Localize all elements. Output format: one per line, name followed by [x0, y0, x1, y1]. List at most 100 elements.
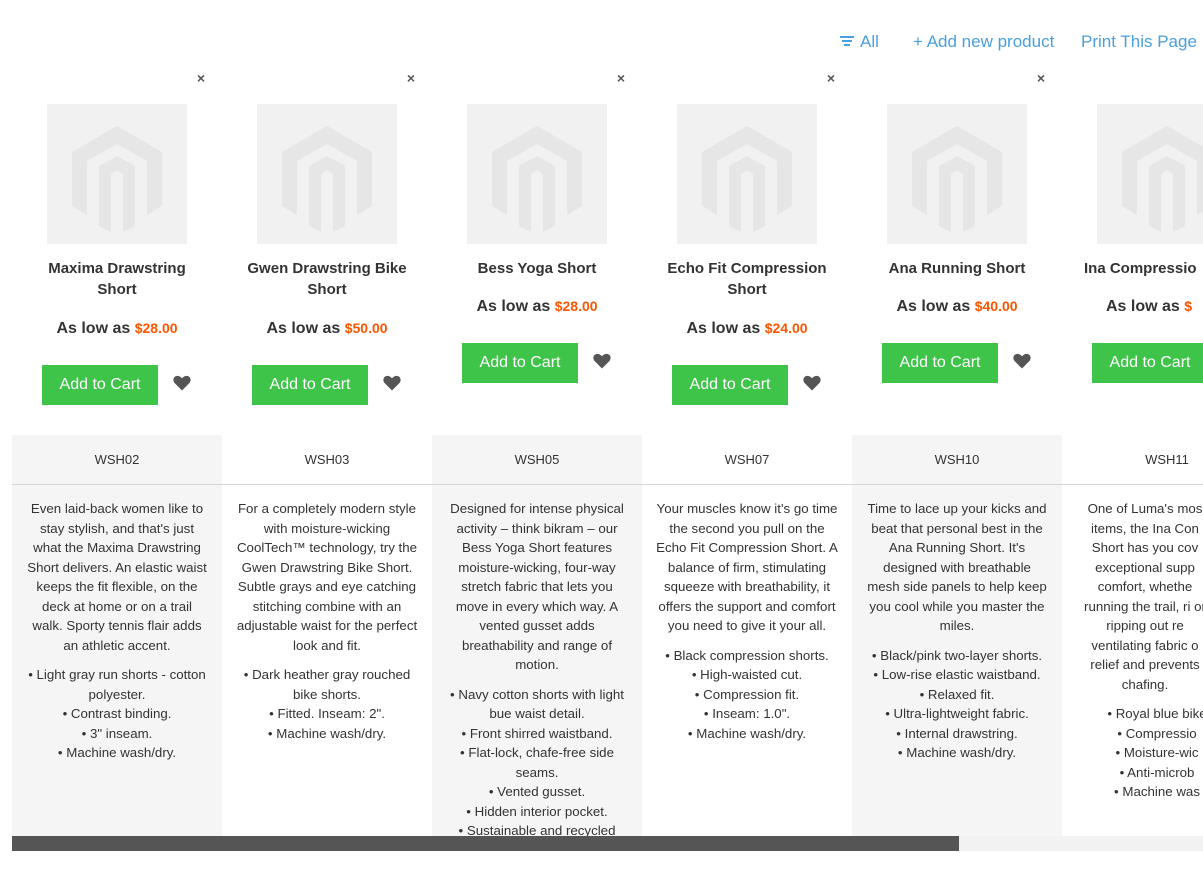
- add-to-cart-button[interactable]: Add to Cart: [462, 343, 578, 383]
- remove-product-button[interactable]: ×: [617, 70, 625, 86]
- wishlist-heart-icon[interactable]: [592, 351, 612, 371]
- add-to-cart-button[interactable]: Add to Cart: [672, 365, 788, 405]
- feature-item: • Black/pink two-layer shorts.: [871, 647, 1043, 663]
- price-amount: $24.00: [764, 320, 808, 336]
- compare-toolbar: All + Add new product Print This Page: [0, 30, 1203, 54]
- row-divider: [12, 484, 1203, 485]
- description-cell: Designed for intense physical activity –…: [432, 485, 642, 836]
- description-cell: Your muscles know it's go time the secon…: [642, 485, 852, 836]
- feature-item: • 3" inseam.: [81, 725, 153, 741]
- magento-logo-icon: [282, 126, 372, 232]
- feature-item: • Low-rise elastic waistband.: [873, 667, 1041, 682]
- remove-product-button[interactable]: ×: [1037, 70, 1045, 86]
- price-prefix: As low as: [266, 320, 341, 337]
- feature-item: • Ultra-lightweight fabric.: [885, 706, 1029, 721]
- feature-item: • Compression fit.: [694, 686, 800, 702]
- filter-all-label: All: [860, 32, 879, 51]
- feature-item: • Hidden interior pocket.: [466, 803, 608, 819]
- feature-item: • Internal drawstring.: [896, 725, 1018, 741]
- add-to-cart-button[interactable]: Add to Cart: [1092, 343, 1203, 383]
- price-amount: $50.00: [344, 320, 388, 336]
- product-image-placeholder[interactable]: [47, 104, 187, 244]
- product-description: For a completely modern style with moist…: [236, 501, 418, 653]
- add-to-cart-button[interactable]: Add to Cart: [882, 343, 998, 383]
- magento-logo-icon: [702, 126, 792, 232]
- feature-item: • Anti-microb: [1119, 764, 1195, 780]
- product-column: × Bess Yoga Short As low as $28.00 Add t…: [432, 70, 642, 840]
- feature-item: • Black compression shorts.: [665, 647, 829, 663]
- description-cell: For a completely modern style with moist…: [222, 485, 432, 836]
- magento-logo-icon: [492, 126, 582, 232]
- price-prefix: As low as: [56, 320, 131, 337]
- add-to-cart-button[interactable]: Add to Cart: [42, 365, 158, 405]
- product-image-placeholder[interactable]: [677, 104, 817, 244]
- remove-product-button[interactable]: ×: [827, 70, 835, 86]
- filter-icon: [840, 34, 854, 48]
- description-cell: Time to lace up your kicks and beat that…: [852, 485, 1062, 836]
- product-name[interactable]: Ina Compressio: [1084, 258, 1203, 279]
- product-image-placeholder[interactable]: [887, 104, 1027, 244]
- product-price: As low as $28.00: [12, 320, 222, 338]
- feature-list: • Black/pink two-layer shorts. • Low-ris…: [866, 646, 1048, 763]
- feature-item: • Contrast binding.: [62, 706, 172, 721]
- feature-item: • Front shirred waistband.: [461, 725, 613, 741]
- product-column: × Gwen Drawstring Bike Short As low as $…: [222, 70, 432, 840]
- product-description: Your muscles know it's go time the secon…: [656, 501, 838, 633]
- wishlist-heart-icon[interactable]: [382, 373, 402, 393]
- feature-item: • Machine wash/dry.: [897, 745, 1017, 760]
- wishlist-heart-icon[interactable]: [802, 373, 822, 393]
- feature-item: • Navy cotton shorts with light bue wais…: [450, 686, 624, 722]
- filter-all-link[interactable]: All: [840, 30, 879, 54]
- feature-item: • Machine wash/dry.: [267, 725, 387, 741]
- feature-item: • Machine was: [1114, 784, 1200, 799]
- feature-list: • Royal blue bike • Compressio • Moistur…: [1092, 704, 1203, 802]
- feature-list: • Dark heather gray rouched bike shorts.…: [236, 665, 418, 743]
- feature-item: • Dark heather gray rouched bike shorts.: [243, 667, 411, 702]
- wishlist-heart-icon[interactable]: [172, 373, 192, 393]
- feature-item: • Sustainable and recycled: [458, 823, 616, 836]
- sku-cell: WSH11: [1145, 452, 1189, 467]
- product-description: One of Luma's mos items, the Ina Con Sho…: [1084, 501, 1203, 692]
- compare-table: × Maxima Drawstring Short As low as $28.…: [12, 70, 1203, 840]
- feature-list: • Light gray run shorts - cotton polyest…: [26, 665, 208, 763]
- feature-item: • Flat-lock, chafe-free side seams.: [460, 745, 614, 780]
- product-name[interactable]: Maxima Drawstring Short: [27, 258, 207, 300]
- magento-logo-icon: [912, 126, 1002, 232]
- product-price: As low as $24.00: [642, 320, 852, 338]
- product-description: Time to lace up your kicks and beat that…: [867, 501, 1047, 633]
- product-name[interactable]: Ana Running Short: [867, 258, 1047, 279]
- price-prefix: As low as: [1106, 298, 1180, 315]
- print-page-link[interactable]: Print This Page: [1081, 30, 1197, 54]
- description-cell: One of Luma's mos items, the Ina Con Sho…: [1062, 485, 1203, 836]
- price-prefix: As low as: [476, 298, 551, 315]
- wishlist-heart-icon[interactable]: [1012, 351, 1032, 371]
- feature-list: • Black compression shorts. • High-waist…: [656, 646, 838, 744]
- product-column: Ina Compressio As low as $ Add to Cart W…: [1062, 70, 1203, 840]
- product-image-placeholder[interactable]: [257, 104, 397, 244]
- product-name[interactable]: Gwen Drawstring Bike Short: [237, 258, 417, 300]
- feature-item: • Moisture-wic: [1115, 745, 1199, 760]
- horizontal-scrollbar[interactable]: [12, 836, 1203, 851]
- product-column: × Maxima Drawstring Short As low as $28.…: [12, 70, 222, 840]
- product-image-placeholder[interactable]: [1097, 104, 1203, 244]
- product-name[interactable]: Bess Yoga Short: [447, 258, 627, 279]
- add-new-product-link[interactable]: + Add new product: [913, 30, 1054, 54]
- feature-item: • Fitted. Inseam: 2".: [269, 706, 385, 721]
- feature-item: • Machine wash/dry.: [687, 725, 807, 741]
- remove-product-button[interactable]: ×: [197, 70, 205, 86]
- add-to-cart-button[interactable]: Add to Cart: [252, 365, 368, 405]
- remove-product-button[interactable]: ×: [407, 70, 415, 86]
- feature-item: • Royal blue bike: [1107, 706, 1203, 721]
- sku-cell: WSH02: [12, 435, 222, 484]
- magento-logo-icon: [72, 126, 162, 232]
- product-column: × Ana Running Short As low as $40.00 Add…: [852, 70, 1062, 840]
- feature-item: • High-waisted cut.: [691, 667, 803, 682]
- product-price: As low as $: [1106, 298, 1192, 316]
- product-image-placeholder[interactable]: [467, 104, 607, 244]
- scrollbar-thumb[interactable]: [12, 836, 959, 851]
- product-name[interactable]: Echo Fit Compression Short: [657, 258, 837, 300]
- product-description: Designed for intense physical activity –…: [450, 501, 624, 672]
- product-price: As low as $28.00: [432, 298, 642, 316]
- price-prefix: As low as: [686, 320, 761, 337]
- description-cell: Even laid-back women like to stay stylis…: [12, 485, 222, 836]
